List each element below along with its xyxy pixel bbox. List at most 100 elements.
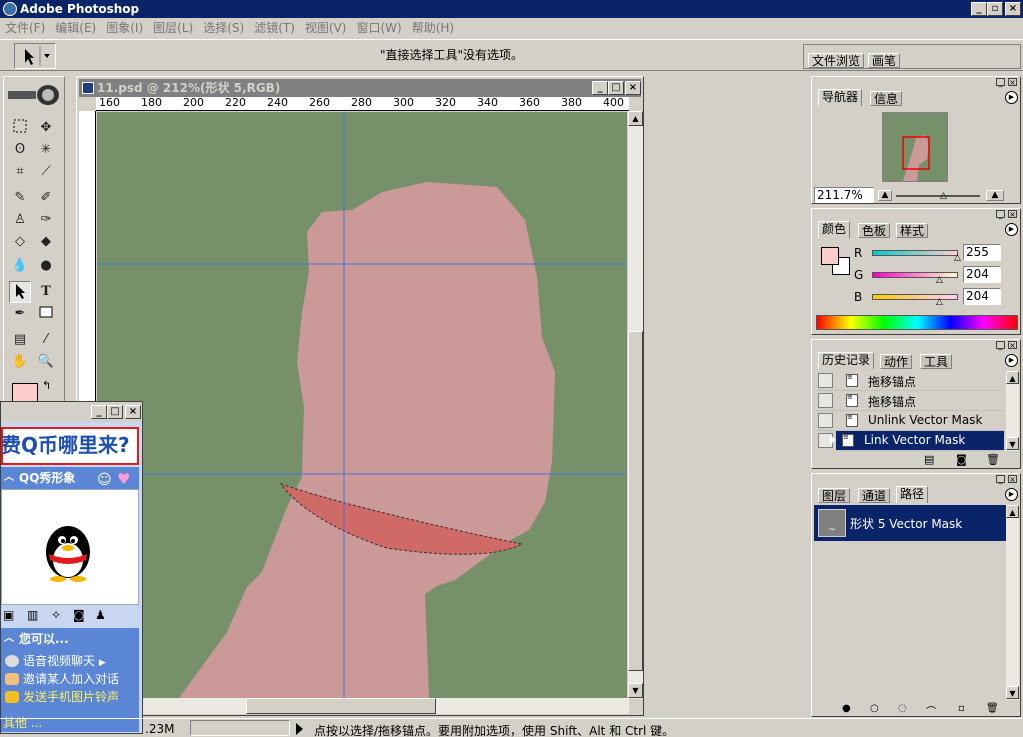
history-brush-source[interactable] [818,373,833,388]
marquee-tool-icon[interactable] [9,117,31,139]
paths-scrollbar[interactable]: ▲ ▼ [1006,505,1019,700]
well-tab-brushes[interactable]: 画笔 [868,53,901,68]
stroke-path-icon[interactable]: ○ [870,703,879,714]
qq-show-header[interactable]: ︿ QQ秀形象 ☺ ♥ [1,467,139,489]
menu-window[interactable]: 窗口(W) [351,18,406,38]
avatar-icon[interactable]: ☺ [97,469,112,491]
slider-r[interactable] [872,250,958,256]
history-item[interactable]: ≡ 拖移锚点 [816,371,1004,391]
history-item-selected[interactable]: ≡ Link Vector Mask [836,431,1004,451]
tab-paths[interactable]: 路径 [896,486,929,503]
slider-b-thumb[interactable]: △ [936,297,943,307]
slider-r-thumb[interactable]: △ [954,253,961,263]
scroll-down-button[interactable]: ▼ [1006,686,1019,699]
qq-shirt-icon[interactable]: ♟ [95,608,106,622]
doc-close-button[interactable]: × [625,81,641,95]
healing-brush-tool-icon[interactable]: ✎ [9,187,31,209]
paint-bucket-tool-icon[interactable]: ◆ [35,231,57,253]
panel-minimize-button[interactable]: _ [996,78,1005,87]
history-item[interactable]: ≡ 拖移锚点 [816,391,1004,411]
fill-path-icon[interactable]: ● [842,703,851,714]
tab-color[interactable]: 颜色 [818,221,851,238]
tab-tool-presets[interactable]: 工具 [920,354,953,369]
panel-menu-icon[interactable]: ▶ [1005,223,1018,236]
menu-view[interactable]: 视图(V) [300,18,352,38]
tab-actions[interactable]: 动作 [880,354,913,369]
direct-selection-tool-icon[interactable] [9,281,31,303]
tab-channels[interactable]: 通道 [858,488,891,503]
menu-select[interactable]: 选择(S) [198,18,249,38]
new-snapshot-icon[interactable]: ◙ [956,453,967,466]
adobe-online-icon[interactable] [6,83,62,107]
vertical-scroll-thumb[interactable] [628,331,643,671]
history-scrollbar[interactable]: ▲ ▼ [1006,371,1019,451]
lasso-tool-icon[interactable]: ʘ [9,139,31,161]
panel-minimize-button[interactable]: _ [996,341,1005,350]
rectangle-tool-icon[interactable] [35,303,57,325]
scroll-up-button[interactable]: ▲ [1006,371,1019,384]
panel-menu-icon[interactable]: ▶ [1005,354,1018,367]
scroll-up-button[interactable]: ▲ [628,111,643,126]
qq-ad-banner[interactable]: 费Q币哪里来? [1,427,139,465]
channel-value-g[interactable]: 204 [963,266,1001,283]
eyedropper-tool-icon[interactable]: ⁄ [35,329,57,351]
make-work-path-icon[interactable]: ⌒ [926,703,936,718]
qq-action-send-ringtone[interactable]: 发送手机图片铃声 [5,688,119,705]
tab-navigator[interactable]: 导航器 [818,89,863,106]
tool-preset-picker[interactable] [14,43,56,69]
minimize-button[interactable]: _ [971,2,987,16]
panel-close-button[interactable]: × [1008,341,1017,350]
type-tool-icon[interactable]: T [35,281,57,303]
foreground-color-swatch[interactable] [821,247,839,265]
panel-close-button[interactable]: × [1008,475,1017,484]
tab-history[interactable]: 历史记录 [818,352,875,369]
zoom-tool-icon[interactable]: 🔍 [35,351,57,373]
foreground-color-swatch[interactable] [12,383,38,403]
swap-colors-icon[interactable]: ↰ [42,379,51,392]
channel-value-r[interactable]: 255 [963,244,1001,261]
doc-maximize-button[interactable]: □ [608,81,624,95]
scroll-down-button[interactable]: ▼ [1006,437,1019,450]
path-row-selected[interactable]: ~ 形状 5 Vector Mask [814,505,1006,541]
eraser-tool-icon[interactable]: ◇ [9,231,31,253]
menu-help[interactable]: 帮助(H) [407,18,459,38]
restore-button[interactable]: ▫ [987,2,1003,16]
crop-tool-icon[interactable]: ⌗ [9,161,31,183]
menu-filter[interactable]: 滤镜(T) [249,18,300,38]
panel-close-button[interactable]: × [1008,78,1017,87]
hand-tool-icon[interactable]: ✋ [9,351,31,373]
channel-value-b[interactable]: 204 [963,288,1001,305]
history-state-slider[interactable] [830,435,836,445]
scroll-down-button[interactable]: ▼ [628,683,643,698]
heart-icon[interactable]: ♥ [117,468,130,490]
tab-swatches[interactable]: 色板 [858,223,891,238]
tab-info[interactable]: 信息 [870,91,903,106]
collapse-icon[interactable]: ︿ [4,467,14,489]
horizontal-scroll-thumb[interactable] [246,698,436,714]
slider-g-thumb[interactable]: △ [936,275,943,285]
zoom-slider-track[interactable] [896,195,980,197]
move-tool-icon[interactable]: ✥ [35,117,57,139]
magic-wand-tool-icon[interactable]: ✳ [35,139,57,161]
load-path-as-selection-icon[interactable]: ◌ [898,703,907,714]
new-path-icon[interactable]: ▫ [958,703,965,714]
trash-icon[interactable]: 🗑 [986,453,1000,466]
slider-b[interactable] [872,294,958,300]
slice-tool-icon[interactable]: ⟋ [35,161,57,183]
scroll-up-button[interactable]: ▲ [1006,505,1019,518]
delete-path-icon[interactable]: 🗑 [986,703,999,714]
panel-minimize-button[interactable]: _ [996,210,1005,219]
tab-layers[interactable]: 图层 [818,488,851,503]
qq-action-video-chat[interactable]: 语音视频聊天 ▶ [5,652,106,669]
doc-minimize-button[interactable]: _ [592,81,608,95]
vertical-scrollbar[interactable]: ▲ ▼ [628,111,643,699]
clone-stamp-tool-icon[interactable]: ♙ [9,209,31,231]
color-ramp[interactable] [816,315,1018,330]
notes-tool-icon[interactable]: ▤ [9,329,31,351]
tab-styles[interactable]: 样式 [896,223,929,238]
panel-menu-icon[interactable]: ▶ [1005,488,1018,501]
blur-tool-icon[interactable]: 💧 [9,255,31,277]
qq-avatar-area[interactable] [1,489,139,605]
horizontal-scrollbar[interactable] [96,698,629,714]
qq-can-header[interactable]: ︿ 您可以... [1,628,139,650]
